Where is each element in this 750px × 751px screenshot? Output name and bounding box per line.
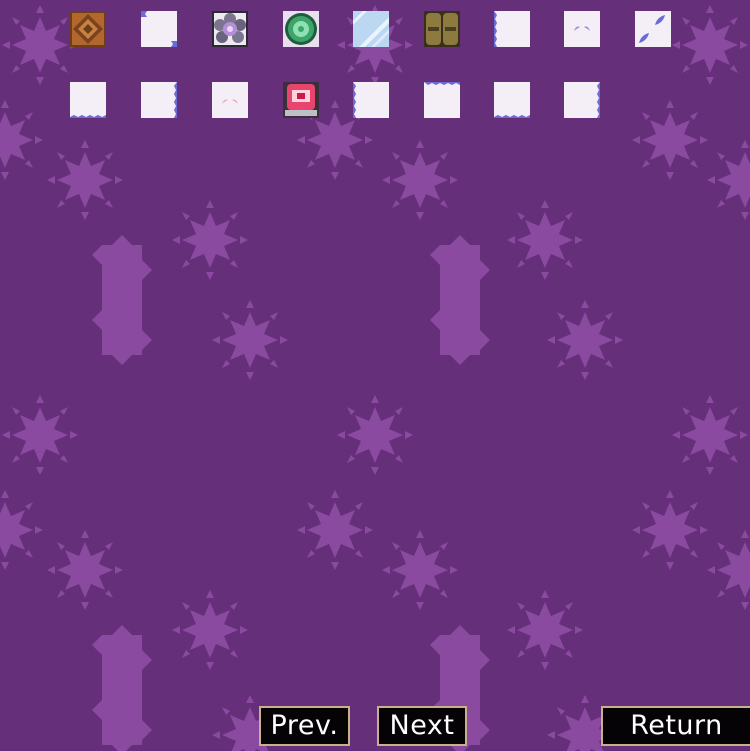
blank-tile-icon[interactable] bbox=[494, 82, 530, 118]
prev-page-button[interactable]: Prev. bbox=[259, 706, 350, 746]
blank-tile-icon[interactable] bbox=[494, 11, 530, 47]
leaves-tile-icon[interactable] bbox=[635, 11, 671, 47]
ice-tile-icon[interactable] bbox=[353, 11, 389, 47]
boots-tile-icon[interactable] bbox=[424, 11, 460, 47]
pink-sprout-tile-icon[interactable] bbox=[212, 82, 248, 118]
green-orb-tile-icon[interactable] bbox=[283, 11, 319, 47]
blank-tile-icon[interactable] bbox=[353, 82, 389, 118]
wooden-crate-icon[interactable] bbox=[70, 11, 106, 47]
next-page-button[interactable]: Next bbox=[377, 706, 467, 746]
blank-tile-icon[interactable] bbox=[70, 82, 106, 118]
blank-tile-icon[interactable] bbox=[141, 11, 177, 47]
blank-tile-icon[interactable] bbox=[141, 82, 177, 118]
blank-tile-icon[interactable] bbox=[424, 82, 460, 118]
red-shrine-tile-icon[interactable] bbox=[283, 82, 319, 118]
sprout-tile-icon[interactable] bbox=[564, 11, 600, 47]
return-button[interactable]: Return bbox=[601, 706, 750, 746]
gem-flower-tile-icon[interactable] bbox=[212, 11, 248, 47]
blank-tile-icon[interactable] bbox=[564, 82, 600, 118]
